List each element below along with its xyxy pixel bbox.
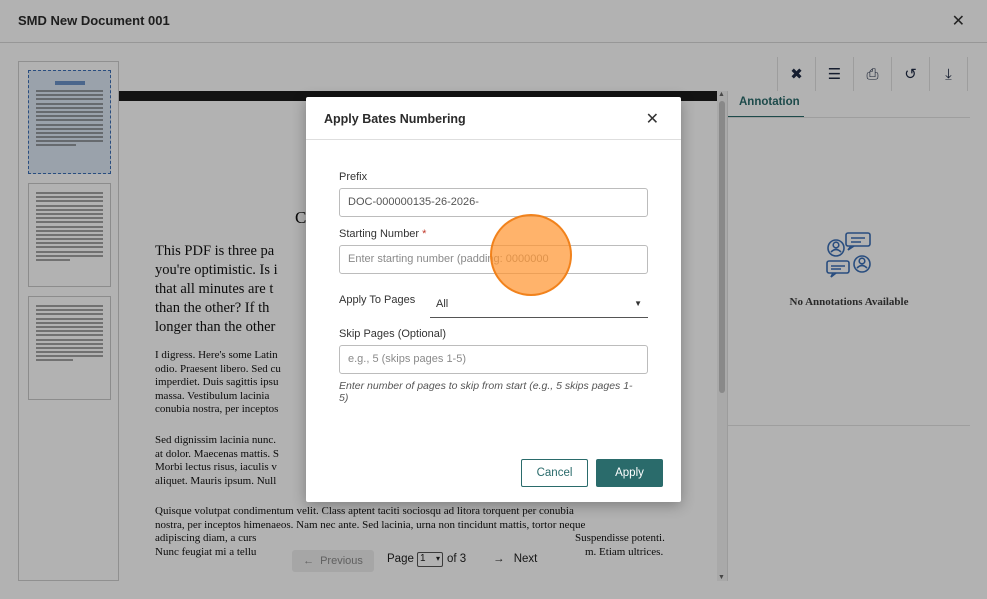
apply-to-pages-label: Apply To Pages	[339, 294, 416, 306]
apply-to-pages-value: All	[436, 298, 449, 310]
dropdown-arrow-icon: ▼	[634, 299, 642, 308]
skip-pages-hint: Enter number of pages to skip from start…	[339, 380, 633, 404]
cancel-button[interactable]: Cancel	[521, 459, 588, 487]
skip-pages-label: Skip Pages (Optional)	[339, 328, 446, 340]
starting-number-label: Starting Number *	[339, 228, 426, 240]
prefix-input[interactable]: DOC-000000135-26-2026-	[339, 188, 648, 217]
starting-number-label-text: Starting Number	[339, 228, 420, 240]
required-mark: *	[422, 228, 427, 240]
bates-numbering-dialog: Apply Bates Numbering ✕ Prefix DOC-00000…	[306, 97, 681, 502]
apply-to-pages-select[interactable]: All ▼	[430, 293, 648, 318]
dialog-close-icon[interactable]: ✕	[646, 109, 659, 129]
dialog-title: Apply Bates Numbering	[324, 112, 466, 126]
dialog-header: Apply Bates Numbering ✕	[306, 97, 681, 140]
skip-pages-input[interactable]: e.g., 5 (skips pages 1-5)	[339, 345, 648, 374]
click-indicator	[490, 214, 572, 296]
apply-button[interactable]: Apply	[596, 459, 663, 487]
prefix-label: Prefix	[339, 171, 368, 183]
